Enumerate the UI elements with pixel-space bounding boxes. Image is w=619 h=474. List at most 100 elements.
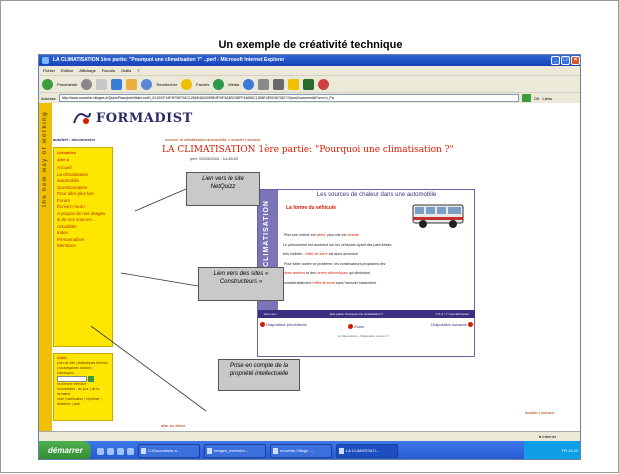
tools-panel: Outils plan de site | statistiques thème… [53,353,113,421]
slide-text-3a: très inclinés : [283,252,305,256]
refresh-icon[interactable] [111,78,123,90]
ie-logo-icon [42,57,49,64]
callout-constructeurs: Lien vers des sites « Constructeurs » [198,267,284,301]
menu-edition[interactable]: Edition [61,66,73,75]
menu-affichage[interactable]: Affichage [79,66,96,75]
slide-text-1a: Plus une voiture est [284,233,317,237]
favorites-label[interactable]: Favoris [196,82,209,87]
brand-strip: the new way of working [39,103,52,431]
back-icon[interactable] [42,78,53,90]
menu-favoris[interactable]: Favoris [102,66,115,75]
research-icon[interactable] [318,78,330,90]
slide-footer-right: A 5 m / 7 / Les Echos/ser [435,312,469,316]
browser-window: LA CLIMATISATION 1ère partie: "Pourquoi … [38,54,581,460]
media-label[interactable]: Média [228,82,239,87]
slide-text-3b: l'effet de serre [304,252,328,256]
back-to-top-link[interactable]: aller au début [161,423,185,428]
slide-body: Plus une voiture est vitrée, plus elle e… [283,231,473,288]
slide-header: Les sources de chaleur dans une automobi… [316,192,437,198]
slide-subtitle: La forme du véhicule [286,205,337,211]
tools-links[interactable]: plan de site | statistiques thèmes | sau… [57,361,109,376]
search-icon[interactable] [141,78,153,90]
address-field[interactable]: http://www.nouvelle-villages.fr/QuickPla… [58,94,519,102]
next-arrow-icon [468,322,473,328]
sidebar-item-membres[interactable]: Membres [57,243,112,250]
slide-text-4: Pour lutter contre ce problème, les cons… [284,261,386,266]
messenger-icon[interactable] [303,78,315,90]
slide-text-2: Le phénomène est accentué sur les véhicu… [283,242,392,247]
callout-propriete: Prise en compte de la propriété intellec… [218,359,300,391]
quick-launch-ie-icon[interactable] [97,447,104,455]
menu-bar: Fichier Edition Affichage Favoris Outils… [39,66,580,75]
task-nouvelle-village[interactable]: nouvelle-Village -... [270,444,332,458]
menu-fichier[interactable]: Fichier [43,66,55,75]
menu-help[interactable]: ? [137,66,139,75]
bottom-pager-link[interactable]: dossier | suivant [525,410,554,415]
go-icon[interactable] [521,94,531,102]
slide-text-1c: , plus elle est [325,233,348,237]
menu-outils[interactable]: Outils [121,66,131,75]
slide-text-5a: vitres teintées [283,271,306,275]
toolbar: Précédente Rechercher Favoris Média [39,75,580,92]
maximize-button[interactable]: □ [561,56,570,65]
previous-slide-button[interactable]: Diapositive précédente [260,322,307,328]
stop-icon[interactable] [96,78,108,90]
go-button[interactable]: OK [534,96,540,101]
quick-launch-word-icon[interactable] [117,447,124,455]
slide-footer-left: tenu-nom [264,312,277,316]
slide-text-6a: considérablement [283,280,313,285]
news-links[interactable]: nouveautés : du jour | de la semaine [57,387,109,397]
next-slide-button[interactable]: Diapositive suivante [431,322,473,328]
window-title: LA CLIMATISATION 1ère partie: "Pourquoi … [53,57,285,63]
links-label[interactable]: Liens [542,96,552,101]
sidebar-heading-actualites[interactable]: Actualités [54,148,112,155]
slide-title: Un exemple de créativité technique [218,39,403,51]
home-icon[interactable] [126,78,138,90]
media-icon[interactable] [213,78,225,90]
slide-count: 14 diapositives - Diapositive numéro 5 [338,334,389,338]
slide-footer: tenu-nom 1ère partie: Pourquoi une clima… [258,310,475,318]
task-climatisation[interactable]: LA CLIMATISATI... [336,444,398,458]
status-bar: ● Internet [39,431,580,441]
site-logo[interactable]: FORMADIST [96,111,193,126]
formadist-logo-icon [73,112,91,124]
search-go-icon[interactable] [88,376,94,382]
zoom-button[interactable]: Zoom [348,324,364,330]
page-content: the new way of working FORMADIST autofer… [39,103,580,431]
sidebar-heading-goto: Aller à [57,157,70,162]
slide-text-1d: chaude [347,233,360,237]
slide-viewer: LA CLIMATISATION Les sources de chaleur … [257,189,475,357]
address-label: Adresse [41,95,56,101]
close-button[interactable]: × [571,56,580,65]
utility-links[interactable]: chat | notification | imprimer | détache… [57,397,109,407]
search-label[interactable]: Rechercher [156,82,177,87]
breadcrumb[interactable]: accueil: la climatisation automobile > d… [165,137,260,142]
slide-text-5c: verres athermiques [316,271,348,275]
task-documents[interactable]: C:\Documents a... [138,444,200,458]
vehicle-image [412,204,464,228]
slide-navigation: Diapositive précédente Zoom Diapositive … [258,320,475,340]
slide: Un exemple de créativité technique LA CL… [0,0,619,473]
forward-icon[interactable] [81,78,93,90]
mail-icon[interactable] [258,78,270,90]
next-slide-label: Diapositive suivante [431,322,467,327]
system-tray: FR 11:43 [524,441,580,459]
brand-strip-text: the new way of working [42,111,48,207]
task-images[interactable]: images_mémoire... [204,444,266,458]
security-zone-label: Internet [542,434,556,439]
quick-launch [97,447,134,455]
back-label[interactable]: Précédente [57,82,77,87]
window-titlebar: LA CLIMATISATION 1ère partie: "Pourquoi … [39,55,580,66]
history-icon[interactable] [243,78,255,90]
folder-icon[interactable] [288,78,300,90]
slide-text-6b: l'effet de serre [312,280,335,285]
previous-slide-label: Diapositive précédente [266,322,307,327]
favorites-icon[interactable] [181,78,193,90]
quick-launch-media-icon[interactable] [127,447,134,455]
minimize-button[interactable]: _ [551,56,560,65]
previous-arrow-icon [260,322,265,328]
user-logout-link[interactable]: autoferf : déconnecter [53,137,113,147]
quick-launch-desktop-icon[interactable] [107,447,114,455]
print-icon[interactable] [273,78,285,90]
start-button[interactable]: démarrer [39,441,91,459]
